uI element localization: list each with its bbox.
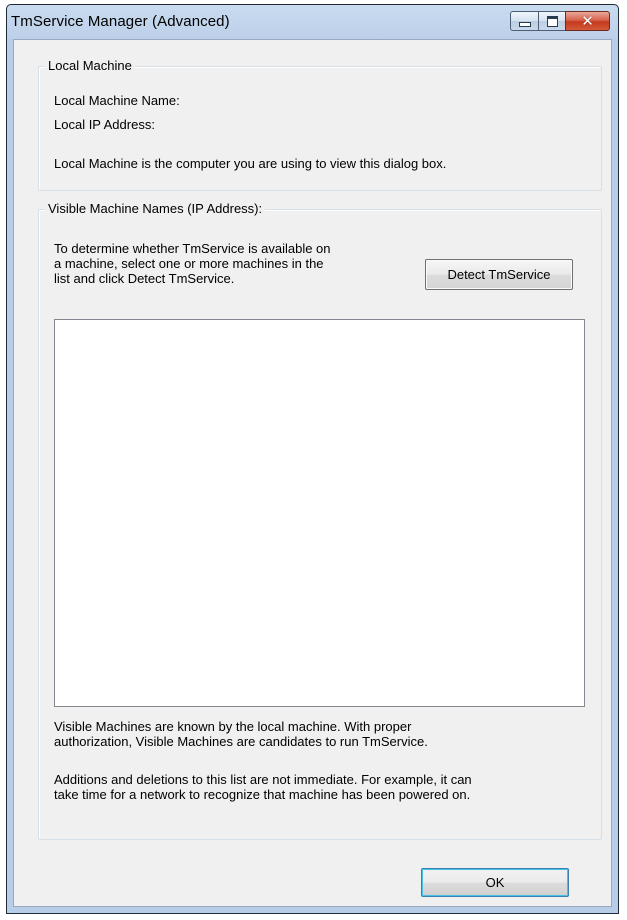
dialog-window: TmService Manager (Advanced) ✕ Local Mac… — [6, 4, 619, 914]
visible-machines-legend: Visible Machine Names (IP Address): — [45, 201, 266, 216]
maximize-button[interactable] — [538, 11, 565, 31]
detect-tmservice-button[interactable]: Detect TmService — [425, 259, 573, 290]
visible-machines-list[interactable] — [54, 319, 585, 707]
maximize-icon — [546, 15, 558, 27]
local-machine-description: Local Machine is the computer you are us… — [54, 156, 447, 171]
close-icon: ✕ — [581, 12, 594, 30]
caption-buttons: ✕ — [510, 11, 610, 33]
title-bar[interactable]: TmService Manager (Advanced) ✕ — [7, 5, 618, 39]
local-machine-name-label: Local Machine Name: — [54, 93, 180, 108]
local-machine-group: Local Machine Local Machine Name: Local … — [38, 58, 602, 191]
minimize-icon — [518, 22, 531, 27]
ok-button[interactable]: OK — [421, 868, 569, 897]
dialog-client-area: Local Machine Local Machine Name: Local … — [13, 39, 612, 907]
visible-machines-group: Visible Machine Names (IP Address): To d… — [38, 201, 602, 840]
local-machine-legend: Local Machine — [45, 58, 135, 73]
close-button[interactable]: ✕ — [565, 11, 610, 31]
list-update-note: Additions and deletions to this list are… — [54, 772, 472, 802]
minimize-button[interactable] — [510, 11, 538, 31]
detect-instructions: To determine whether TmService is availa… — [54, 241, 331, 286]
visible-machines-note: Visible Machines are known by the local … — [54, 719, 428, 749]
local-ip-address-label: Local IP Address: — [54, 117, 155, 132]
window-title: TmService Manager (Advanced) — [11, 13, 230, 30]
